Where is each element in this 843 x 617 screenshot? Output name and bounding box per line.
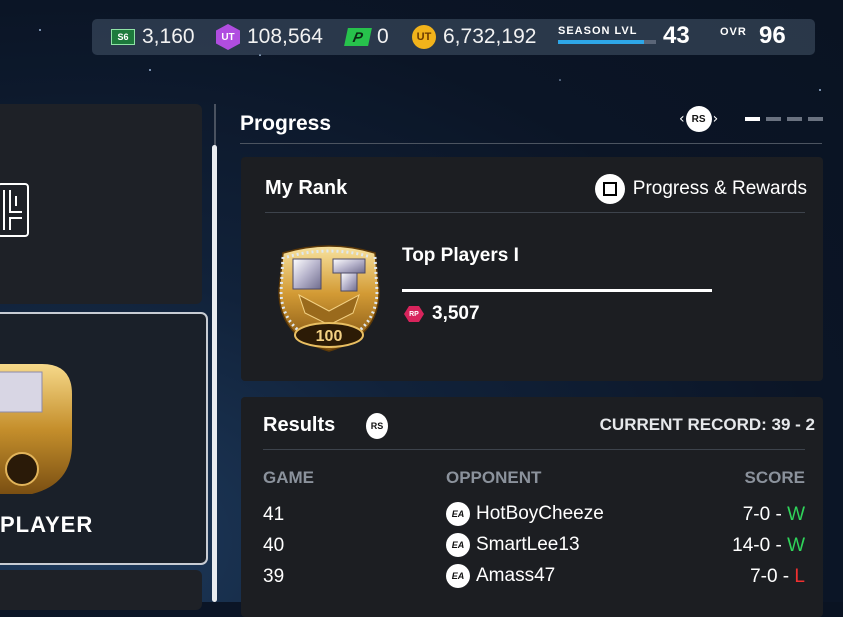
chevron-left-icon: ‹ [679,111,685,127]
page-indicator-dot [745,117,760,121]
rank-badge-number: 100 [316,328,343,345]
points: P 0 [344,19,389,55]
rank-name: Top Players I [402,245,519,266]
coins-amount: 6,732,192 [443,25,537,48]
column-header-score: SCORE [744,468,805,487]
rs-stick-icon: RS [685,106,712,132]
score: 7-0 - W [743,504,805,526]
maze-logo-icon [0,183,29,237]
training-hex-icon: UT [216,24,240,50]
season-level: SEASON LVL [558,25,656,44]
opponent-name: SmartLee13 [476,534,580,555]
result-indicator: W [787,504,805,525]
training-amount: 108,564 [247,25,323,48]
points-icon: P [344,28,372,46]
opponent-name: HotBoyCheeze [476,503,604,524]
season-tokens-amount: 3,160 [142,25,195,48]
progress-rewards-link[interactable]: Progress & Rewards [594,174,807,204]
opponent: EA HotBoyCheeze [446,502,604,526]
season-tokens: S6 3,160 [111,19,195,55]
game-number: 41 [263,504,285,525]
results-row[interactable]: 40 EA SmartLee13 14-0 - W [241,531,823,559]
ea-logo-icon: EA [446,533,470,557]
score: 14-0 - W [732,535,805,557]
opponent: EA Amass47 [446,564,555,588]
scrollbar-thumb[interactable] [212,145,217,602]
result-indicator: L [794,566,805,587]
score-value: 14-0 - [732,535,788,556]
page-indicator-dot [766,117,781,121]
player-badge-icon [0,364,72,494]
points-icon-letter: P [351,29,365,45]
season-progress-bar [558,40,656,44]
left-card-bottom[interactable] [0,570,202,610]
rs-stick-icon[interactable]: RS [366,413,388,439]
current-record: CURRENT RECORD: 39 - 2 [599,415,815,434]
rs-nav-button[interactable]: ‹ RS › [679,106,718,132]
ovr-label: OVR [720,26,747,38]
my-rank-title: My Rank [265,177,348,199]
chevron-right-icon: › [712,111,719,127]
ea-logo-icon: EA [446,502,470,526]
coins: UT 6,732,192 [412,19,536,55]
header-divider [240,143,822,144]
results-panel: Results RS CURRENT RECORD: 39 - 2 GAME O… [241,397,823,617]
training-points: UT 108,564 [216,19,323,55]
results-divider [263,449,805,450]
left-card-top[interactable] [0,104,202,304]
results-row[interactable]: 39 EA Amass47 7-0 - L [241,562,823,590]
progress-rewards-label: Progress & Rewards [632,178,807,199]
player-card-label: PLAYER [0,512,94,537]
rank-progress-bar [402,289,712,292]
rank-badge-icon: 100 [278,245,380,352]
result-indicator: W [787,535,805,556]
opponent-name: Amass47 [476,565,556,586]
score-value: 7-0 - [742,504,788,525]
ovr-value: 96 [759,22,786,49]
score: 7-0 - L [750,566,805,588]
column-header-game: GAME [263,468,314,487]
rank-points-value: 3,507 [432,303,480,324]
season-progress-fill [558,40,645,44]
page-indicator-dot [808,117,823,121]
ea-logo-icon: EA [446,564,470,588]
rank-points-icon: RP [404,306,424,322]
game-number: 39 [263,566,285,587]
currency-bar: S6 3,160 UT 108,564 P 0 UT 6,732,192 SEA… [92,19,815,55]
page-indicator-dot [787,117,802,121]
square-button-icon [594,174,625,204]
results-row[interactable]: 41 EA HotBoyCheeze 7-0 - W [241,500,823,528]
page-title: Progress [240,112,332,135]
results-title: Results [263,414,336,436]
season-level-value: 43 [663,22,690,49]
game-number: 40 [263,535,285,556]
column-header-opponent: OPPONENT [446,468,542,487]
my-rank-panel: My Rank Progress & Rewards 100 Top Playe… [241,157,823,381]
coin-icon: UT [412,25,436,49]
points-amount: 0 [377,25,389,48]
page-indicator [745,117,823,121]
rank-divider [265,212,805,213]
season-token-icon: S6 [111,29,135,45]
opponent: EA SmartLee13 [446,533,580,557]
score-value: 7-0 - [750,566,795,587]
season-level-label: SEASON LVL [558,25,638,37]
